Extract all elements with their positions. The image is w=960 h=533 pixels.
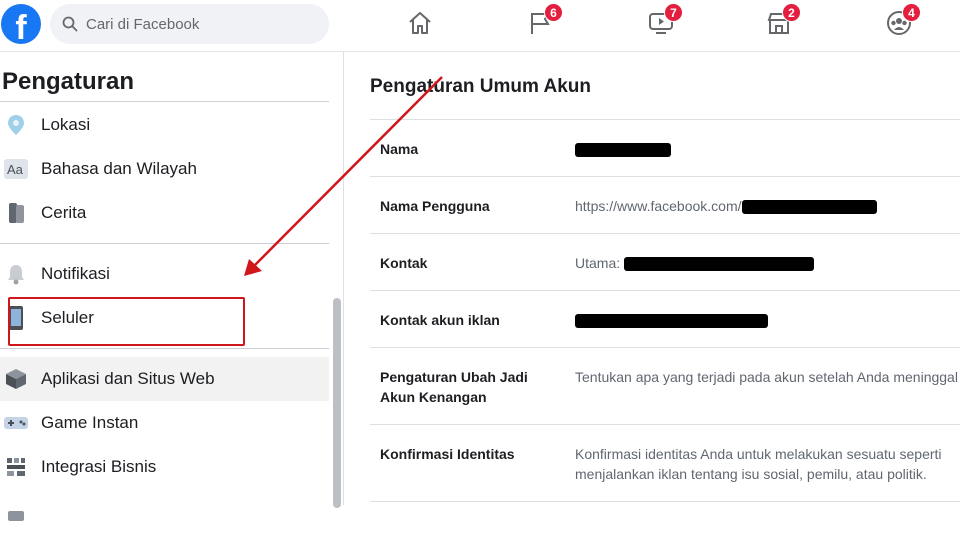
redacted-block [741,200,877,215]
groups-notification-badge: 4 [902,3,921,22]
pages-flag-icon[interactable]: 6 [528,3,563,38]
row-value-ubah-jadi-kenangan[interactable]: Tentukan apa yang terjadi pada akun sete… [575,367,960,387]
sidebar-scrollbar[interactable] [333,298,341,508]
redacted-block [624,257,815,272]
redacted-block [575,143,671,158]
bell-icon [1,259,31,289]
row-divider [370,119,960,120]
row-divider [370,176,960,177]
sidebar-item-bahasa[interactable]: Aa Bahasa dan Wilayah [0,147,329,191]
business-integration-icon [1,452,31,482]
watch-video-icon[interactable]: 7 [648,3,683,38]
sidebar-item-game-instan[interactable]: Game Instan [0,401,329,445]
svg-text:Aa: Aa [7,162,24,177]
home-icon[interactable] [407,10,435,38]
sidebar-item-integrasi-bisnis[interactable]: Integrasi Bisnis [0,445,329,489]
sidebar-item-label: Cerita [41,203,87,222]
row-label-kontak-akun-iklan: Kontak akun iklan [380,312,500,328]
sidebar-divider [0,243,329,244]
groups-icon[interactable]: 4 [886,3,921,38]
location-pin-icon [1,110,31,140]
row-divider [370,501,960,502]
watch-notification-badge: 7 [664,3,683,22]
sidebar-title: Pengaturan [2,68,135,95]
sidebar-divider [0,348,329,349]
general-account-settings-panel: Pengaturan Umum Akun Nama Nama Pengguna … [345,52,960,505]
sidebar-item-cerita[interactable]: Cerita [0,191,329,235]
sidebar-item-label: Lokasi [41,115,91,134]
row-value-kontak-akun-iklan[interactable] [575,310,960,330]
row-value-nama-pengguna[interactable]: https://www.facebook.com/ [575,196,960,216]
story-book-icon [1,198,31,228]
redacted-block [575,314,768,329]
page-title: Pengaturan Umum Akun [370,76,591,97]
sidebar-item-partial[interactable] [0,489,329,533]
row-label-ubah-jadi-kenangan: Pengaturan Ubah Jadi Akun Kenangan [380,369,528,405]
sidebar-item-label: Game Instan [41,413,139,432]
row-label-kontak: Kontak [380,255,428,271]
facebook-logo[interactable]: f [1,4,41,44]
sidebar-item-lokasi[interactable]: Lokasi [0,103,329,147]
cube-icon [1,364,31,394]
marketplace-icon[interactable]: 2 [766,3,801,38]
row-divider [370,424,960,425]
row-divider [370,347,960,348]
search-input[interactable] [86,15,306,33]
row-value-konfirmasi-identitas[interactable]: Konfirmasi identitas Anda untuk melakuka… [575,444,945,484]
sidebar-item-aplikasi[interactable]: Aplikasi dan Situs Web [0,357,329,401]
gamepad-icon [1,408,31,438]
sidebar-item-label: Bahasa dan Wilayah [41,159,197,178]
sidebar-item-label: Integrasi Bisnis [41,457,157,476]
row-value-nama[interactable] [575,139,960,159]
sidebar-divider [0,101,329,102]
search-box[interactable] [50,4,329,44]
search-icon [62,16,78,32]
annotation-highlight-box [8,297,245,346]
sidebar-item-notifikasi[interactable]: Notifikasi [0,252,329,296]
sidebar-item-label: Notifikasi [41,264,110,283]
row-label-nama-pengguna: Nama Pengguna [380,198,490,214]
row-value-kontak[interactable]: Utama: [575,253,960,273]
language-aa-icon: Aa [1,154,31,184]
row-divider [370,233,960,234]
top-navigation-bar: f 6 7 2 4 [0,0,960,52]
row-label-nama: Nama [380,141,419,157]
settings-sidebar: Pengaturan Lokasi Aa Bahasa dan Wilayah … [0,52,344,521]
row-label-konfirmasi-identitas: Konfirmasi Identitas [380,446,515,462]
row-divider [370,290,960,291]
pages-notification-badge: 6 [544,3,563,22]
marketplace-notification-badge: 2 [782,3,801,22]
sidebar-item-label: Aplikasi dan Situs Web [41,369,215,388]
partial-item-icon [1,496,31,526]
